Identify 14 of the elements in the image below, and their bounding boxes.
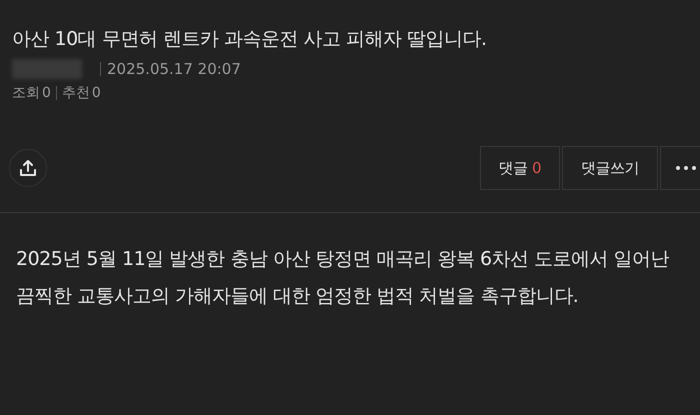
post-body: 2025년 5월 11일 발생한 충남 아산 탕정면 매곡리 왕복 6차선 도로에서 일어난 끔찍한 교통사고의 가해자들에 대한 엄정한 법적 처벌을 촉구합니다.	[16, 247, 670, 309]
likes-count: 0	[92, 85, 101, 101]
comments-button[interactable]: 댓글 0	[480, 146, 560, 190]
views-count: 0	[42, 85, 51, 101]
post-title: 아산 10대 무면허 렌트카 과속운전 사고 피해자 딸입니다.	[12, 27, 488, 52]
share-button[interactable]	[9, 149, 47, 187]
likes-label: 추천	[62, 84, 90, 102]
share-icon	[19, 159, 37, 177]
write-comment-button[interactable]: 댓글쓰기	[562, 146, 658, 190]
views-label: 조회	[12, 84, 40, 102]
more-icon	[675, 165, 697, 171]
more-button[interactable]	[660, 146, 700, 190]
blurred-author	[12, 59, 82, 79]
post-date: 2025.05.17 20:07	[107, 60, 241, 78]
